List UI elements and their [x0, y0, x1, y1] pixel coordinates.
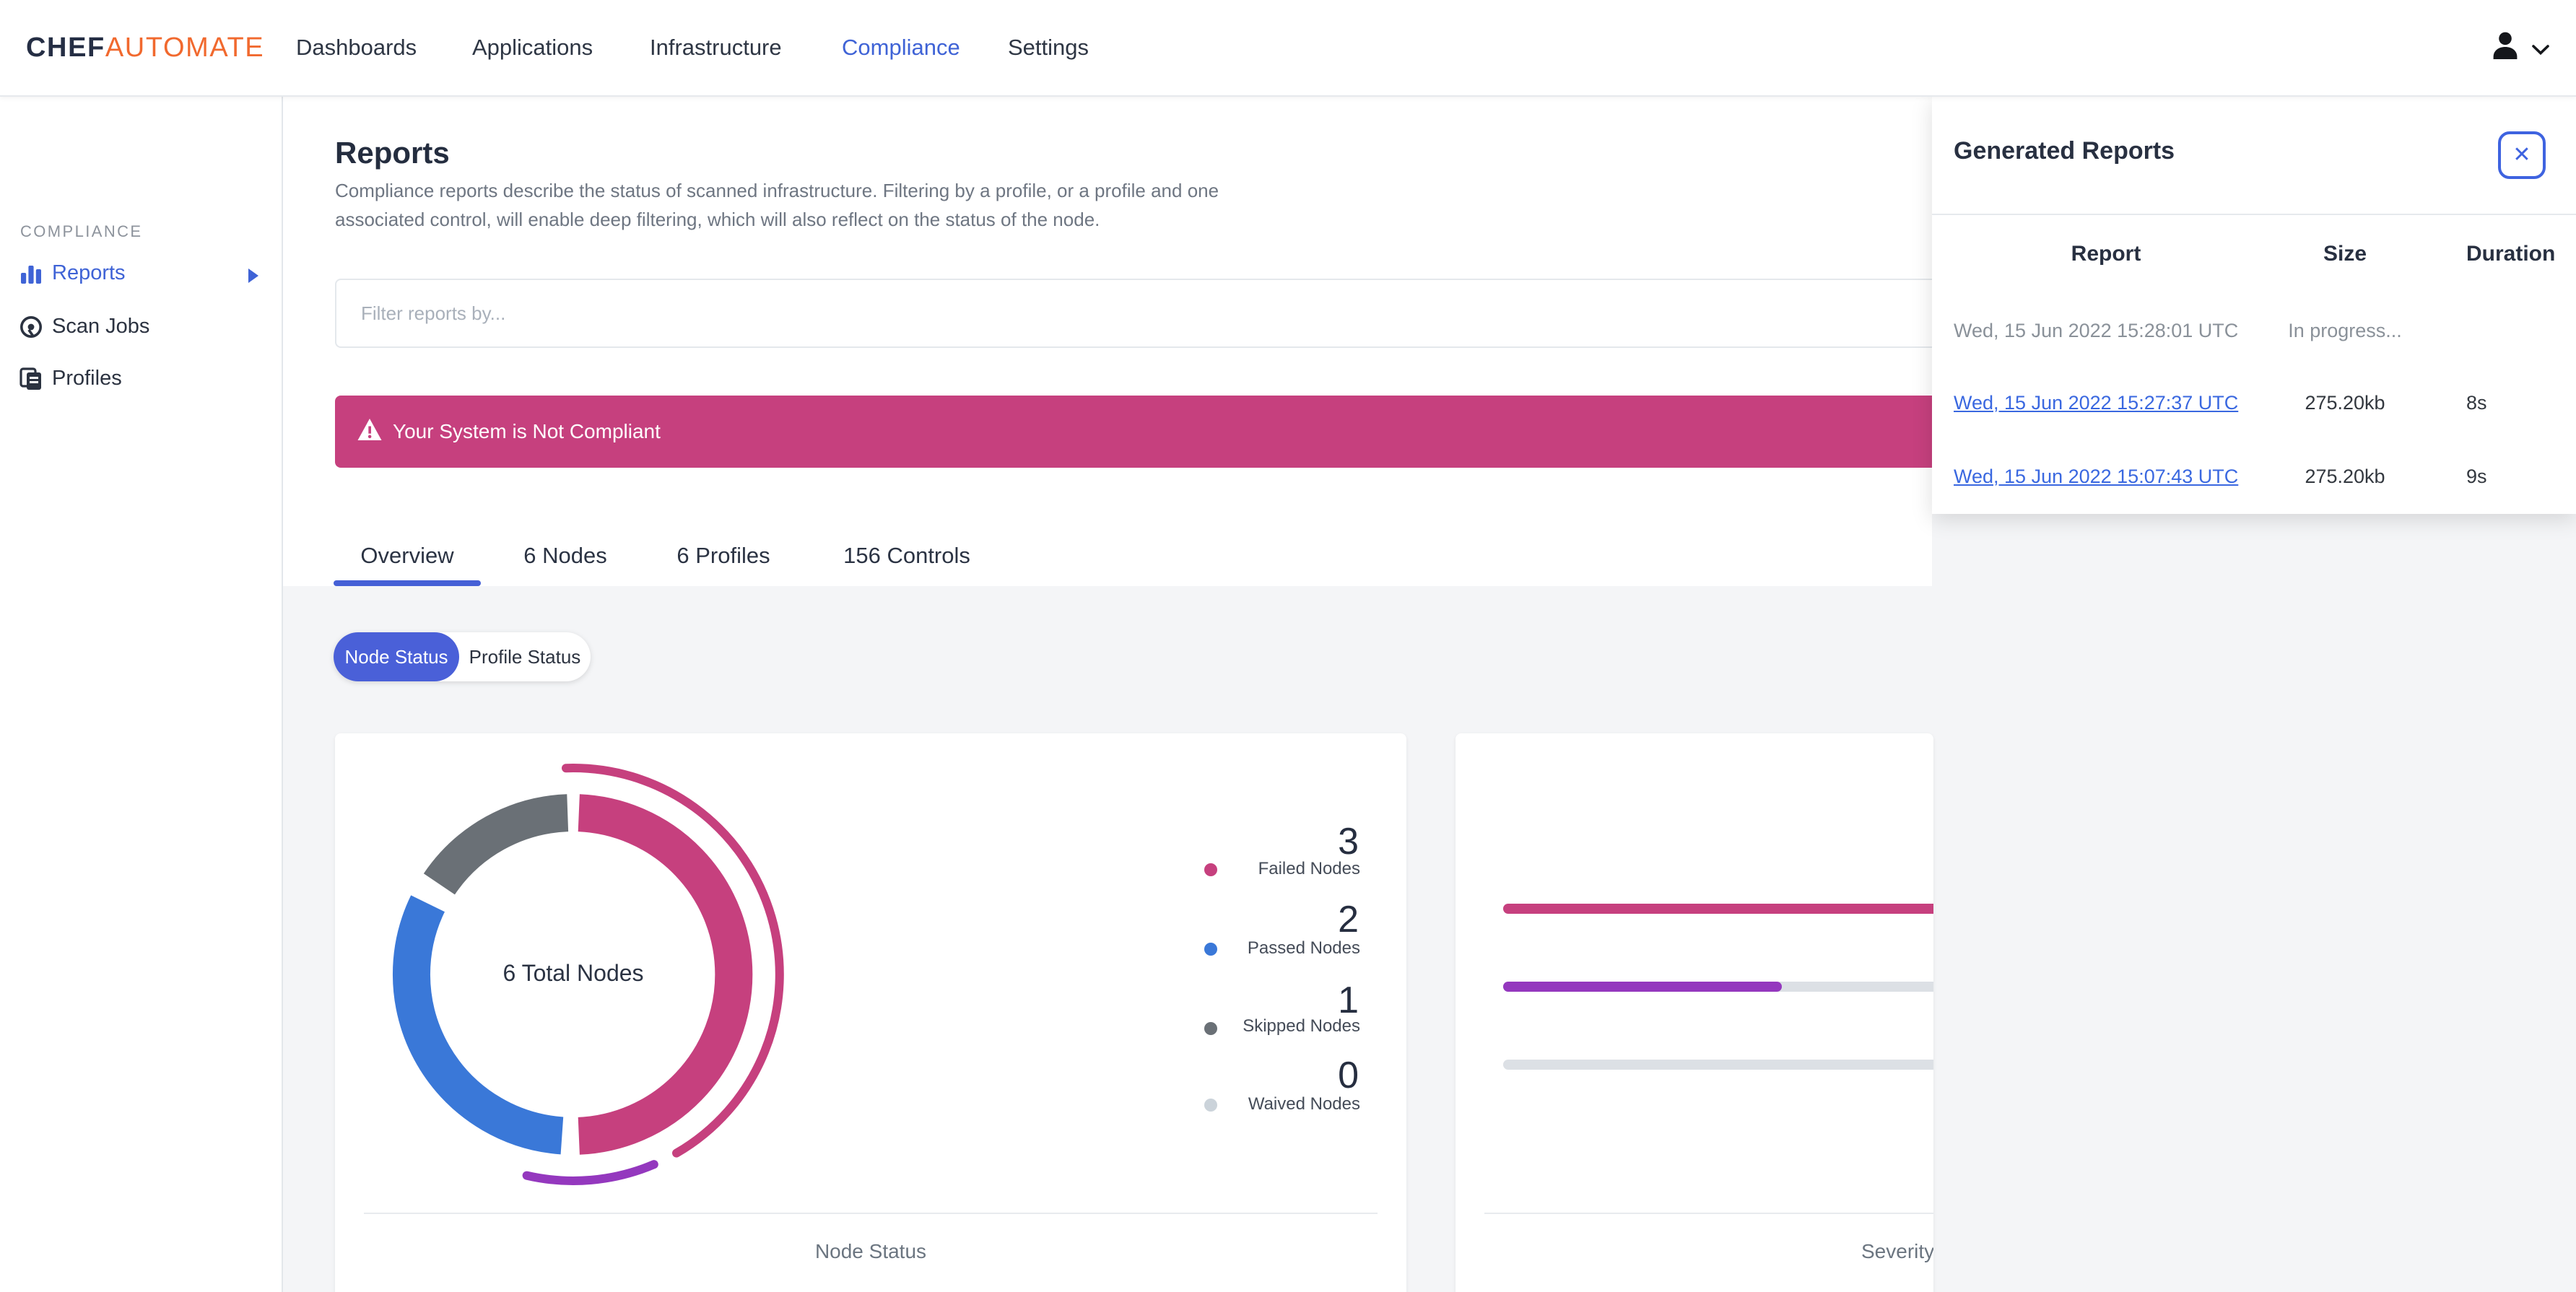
report-row: Wed, 15 Jun 2022 15:07:43 UTC 275.20kb 9… — [1932, 461, 2576, 492]
tab-label: 6 Profiles — [676, 543, 770, 568]
outer-arc-major — [522, 1160, 658, 1185]
tab-label: 156 Controls — [843, 543, 970, 568]
node-status-card: 6 Total Nodes 3 Failed Nodes 2 Passed No… — [335, 733, 1406, 1292]
legend-skipped-count: 1 — [1338, 979, 1359, 1021]
sidebar-item-reports[interactable]: Reports — [0, 258, 282, 293]
donut-center-label: 6 Total Nodes — [502, 960, 644, 986]
top-navigation: CHEFAUTOMATE Dashboards Applications Inf… — [0, 0, 2576, 97]
report-duration: 9s — [2466, 466, 2487, 487]
legend-waived-label[interactable]: Waived Nodes — [1071, 1094, 1360, 1114]
report-timestamp: Wed, 15 Jun 2022 15:28:01 UTC — [1954, 320, 2239, 341]
column-header-report: Report — [2071, 242, 2141, 266]
active-tab-underline — [334, 580, 481, 586]
close-icon[interactable]: ✕ — [2498, 131, 2546, 179]
report-download-link[interactable]: Wed, 15 Jun 2022 15:07:43 UTC — [1954, 466, 2238, 487]
sidebar-item-label: Reports — [52, 261, 126, 284]
column-header-duration: Duration — [2466, 242, 2556, 266]
sidebar-item-label: Profiles — [52, 367, 122, 390]
divider — [364, 1213, 1378, 1214]
legend-failed-label[interactable]: Failed Nodes — [1071, 859, 1360, 879]
report-row: Wed, 15 Jun 2022 15:27:37 UTC 275.20kb 8… — [1932, 387, 2576, 419]
report-size: 275.20kb — [2305, 466, 2385, 487]
tab-label: 6 Nodes — [523, 543, 607, 568]
legend-passed-count: 2 — [1338, 899, 1359, 940]
toggle-label: Node Status — [344, 646, 448, 668]
legend-waived-count: 0 — [1338, 1055, 1359, 1096]
app-window: CHEFAUTOMATE Dashboards Applications Inf… — [0, 0, 2576, 1292]
chevron-right-icon — [248, 269, 258, 283]
panel-title: Generated Reports — [1954, 137, 2175, 165]
sidebar-item-scan-jobs[interactable]: Scan Jobs — [0, 312, 282, 346]
scan-target-icon — [19, 315, 43, 339]
page-title: Reports — [335, 136, 450, 170]
report-duration: 8s — [2466, 392, 2487, 414]
severity-card: Severity — [1455, 733, 1933, 1292]
user-menu[interactable] — [2489, 0, 2550, 95]
logo-automate: AUTOMATE — [105, 32, 265, 63]
chevron-down-icon — [2531, 35, 2550, 61]
chef-automate-logo[interactable]: CHEFAUTOMATE — [26, 0, 264, 95]
report-size: In progress... — [2288, 320, 2402, 341]
nav-item-applications[interactable]: Applications — [472, 0, 593, 95]
tab-controls[interactable]: 156 Controls — [816, 528, 998, 586]
divider — [1932, 214, 2576, 215]
status-toggle: Node Status Profile Status — [334, 632, 591, 681]
node-status-card-footer: Node Status — [814, 1240, 927, 1262]
toggle-node-status[interactable]: Node Status — [334, 632, 459, 681]
bar-chart-icon — [19, 261, 43, 286]
page-description: Compliance reports describe the status o… — [335, 180, 1219, 230]
legend-failed-count: 3 — [1338, 821, 1359, 863]
report-size: 275.20kb — [2305, 392, 2385, 414]
column-header-size: Size — [2323, 242, 2367, 266]
severity-card-footer: Severity — [1861, 1240, 1933, 1262]
alert-message: Your System is Not Compliant — [393, 420, 661, 442]
nav-item-settings[interactable]: Settings — [1008, 0, 1089, 95]
tab-overview[interactable]: Overview — [334, 528, 481, 586]
report-row-in-progress: Wed, 15 Jun 2022 15:28:01 UTC In progres… — [1932, 315, 2576, 346]
sidebar-section-label: COMPLIANCE — [20, 222, 143, 240]
sidebar-item-profiles[interactable]: Profiles — [0, 364, 282, 398]
nav-item-dashboards[interactable]: Dashboards — [296, 0, 417, 95]
severity-bar-major[interactable] — [1503, 982, 1782, 992]
divider — [1484, 1213, 1933, 1214]
severity-bar-critical[interactable] — [1503, 904, 1933, 914]
sidebar-item-label: Scan Jobs — [52, 315, 150, 338]
legend-skipped-label[interactable]: Skipped Nodes — [1071, 1016, 1360, 1036]
tab-profiles[interactable]: 6 Profiles — [650, 528, 797, 586]
nav-item-compliance[interactable]: Compliance — [842, 0, 960, 95]
compliance-sidebar: COMPLIANCE Reports Scan Jobs Profiles — [0, 95, 283, 1292]
logo-chef: CHEF — [26, 32, 105, 63]
donut-skipped-segment — [423, 794, 569, 895]
tab-label: Overview — [360, 543, 454, 568]
report-download-link[interactable]: Wed, 15 Jun 2022 15:27:37 UTC — [1954, 392, 2238, 414]
documents-icon — [19, 367, 43, 391]
legend-passed-label[interactable]: Passed Nodes — [1071, 938, 1360, 959]
tab-nodes[interactable]: 6 Nodes — [500, 528, 631, 586]
severity-bar-minor[interactable] — [1503, 1060, 1933, 1070]
donut-passed-segment — [392, 895, 564, 1155]
person-icon — [2489, 29, 2521, 66]
nav-item-infrastructure[interactable]: Infrastructure — [650, 0, 782, 95]
warning-triangle-icon — [357, 417, 383, 442]
toggle-profile-status[interactable]: Profile Status — [459, 632, 591, 681]
generated-reports-panel: Generated Reports ✕ Report Size Duration… — [1932, 95, 2576, 514]
